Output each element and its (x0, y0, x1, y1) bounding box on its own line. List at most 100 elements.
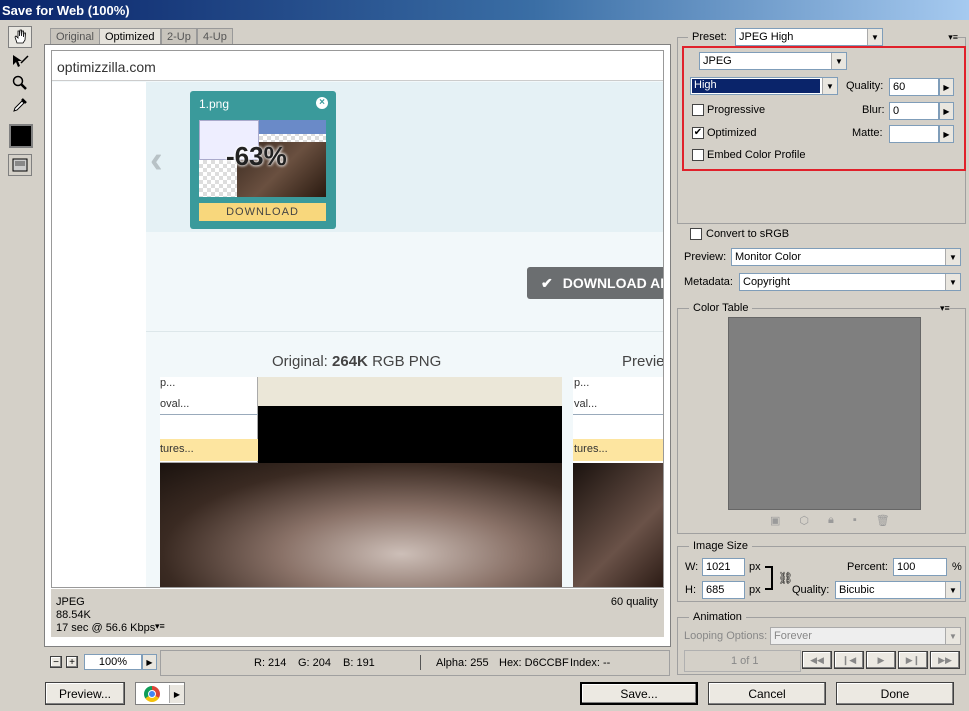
readout-g: G: 204 (298, 657, 332, 669)
resample-quality-label: Quality: (792, 584, 830, 596)
thumb-filename: 1.png (199, 97, 230, 111)
blur-label: Blur: (862, 104, 885, 116)
eyedropper-tool-icon[interactable] (8, 94, 32, 116)
tab-4up[interactable]: 4-Up (197, 28, 233, 45)
matte-label: Matte: (852, 127, 883, 139)
height-label: H: (685, 584, 696, 596)
settings-group-header: Preset: JPEG High ▼ ▾≡ (688, 28, 958, 48)
toggle-slices-visibility-icon[interactable] (8, 154, 32, 176)
browser-menu-arrow-icon[interactable]: ▶ (169, 685, 184, 703)
matte-menu-arrow-icon[interactable]: ▶ (939, 125, 954, 143)
tab-original[interactable]: Original (50, 28, 100, 45)
next-frame-icon[interactable]: ▶❙ (898, 651, 928, 669)
site-name: optimizzilla.com (57, 59, 156, 75)
previous-frame-icon[interactable]: ❙◀ (834, 651, 864, 669)
progressive-label: Progressive (707, 104, 766, 116)
hand-tool-icon[interactable] (8, 26, 32, 48)
resample-quality-select[interactable]: Bicubic ▼ (835, 581, 961, 599)
preview-in-browser-button[interactable]: Preview... (45, 682, 125, 705)
color-table-toolbar: ▣ ⬡ 🔒︎ ▪ 🗑︎ (770, 514, 915, 528)
color-table-menu-icon[interactable]: ▾≡ (940, 303, 950, 314)
preset-label: Preset: (692, 31, 727, 43)
new-color-icon[interactable]: ▪ (853, 514, 857, 528)
status-bar: − + 100% ▶ R: 214 G: 204 B: 191 Alpha: 2… (44, 650, 671, 676)
metadata-select[interactable]: Copyright ▼ (739, 273, 961, 291)
convert-srgb-label: Convert to sRGB (706, 228, 790, 240)
download-button[interactable]: DOWNLOAD (199, 203, 326, 221)
chevron-down-icon: ▼ (945, 274, 960, 290)
percent-label: Percent: (847, 561, 888, 573)
frame-counter: 1 of 1 (731, 655, 759, 667)
original-comparison-image: p... oval... tures... (160, 377, 562, 587)
web-shift-icon[interactable]: ⬡ (799, 514, 809, 528)
delete-color-icon[interactable]: 🗑︎ (876, 514, 890, 528)
looping-select[interactable]: Forever ▼ (770, 627, 961, 645)
menu-item: oval... (160, 398, 190, 410)
convert-srgb-checkbox[interactable] (690, 228, 702, 240)
chevron-down-icon: ▼ (945, 582, 960, 598)
preview-mode-select[interactable]: Monitor Color ▼ (731, 248, 961, 266)
tab-2up[interactable]: 2-Up (161, 28, 197, 45)
thumbnail-card[interactable]: 1.png × -63% DOWNLOAD (190, 91, 336, 229)
constrain-link-icon[interactable]: ⛓︎ (778, 571, 793, 585)
menu-item: tures... (160, 439, 258, 461)
settings-menu-icon[interactable]: ▾≡ (948, 32, 958, 43)
embed-color-profile-checkbox[interactable] (692, 149, 704, 161)
first-frame-icon[interactable]: ◀◀ (802, 651, 832, 669)
slice-select-tool-icon[interactable] (8, 50, 32, 72)
info-download-time: 17 sec @ 56.6 Kbps (56, 622, 156, 634)
previous-arrow-icon[interactable]: ‹ (150, 139, 163, 182)
readout-hex: Hex: D6CCBF (499, 657, 569, 669)
lock-color-icon[interactable]: 🔒︎ (828, 514, 834, 528)
percent-field[interactable]: 100 (893, 558, 947, 576)
close-icon[interactable]: × (316, 97, 328, 109)
original-heading: Original: 264K RGB PNG (272, 353, 442, 370)
eyedropper-color-swatch[interactable] (9, 124, 33, 148)
zoom-out-button[interactable]: − (50, 656, 62, 668)
optimized-preview[interactable]: optimizzilla.com ‹ 1.png × -63% DOWNLOAD… (51, 50, 664, 588)
constrain-bracket (765, 566, 773, 590)
chevron-down-icon: ▼ (945, 628, 960, 644)
optimized-comparison-image: p... val... tures... (573, 377, 663, 587)
site-header: optimizzilla.com (52, 51, 663, 81)
blur-slider-arrow-icon[interactable]: ▶ (939, 102, 954, 120)
last-frame-icon[interactable]: ▶▶ (930, 651, 960, 669)
width-field[interactable]: 1021 (702, 558, 745, 576)
readout-alpha: Alpha: 255 (436, 657, 489, 669)
preset-select[interactable]: JPEG High ▼ (735, 28, 883, 46)
zoom-tool-icon[interactable] (8, 72, 32, 94)
done-button[interactable]: Done (836, 682, 954, 705)
map-color-icon[interactable]: ▣ (770, 514, 780, 528)
play-icon[interactable]: ▶ (866, 651, 896, 669)
browser-select[interactable]: ▶ (135, 682, 185, 705)
tool-panel (8, 26, 36, 186)
cancel-button[interactable]: Cancel (708, 682, 826, 705)
readout-r: R: 214 (254, 657, 287, 669)
quality-field[interactable]: 60 (889, 78, 939, 96)
download-rate-menu-icon[interactable]: ▾≡ (155, 621, 165, 632)
percent-unit: % (952, 561, 962, 573)
matte-color-field[interactable] (889, 125, 939, 143)
download-all-button[interactable]: ✔ DOWNLOAD AL (527, 267, 663, 299)
section-divider (146, 331, 663, 332)
zoom-menu-arrow-icon[interactable]: ▶ (142, 654, 157, 670)
menu-item: p... (160, 377, 176, 389)
browser-icon (144, 686, 160, 702)
metadata-label: Metadata: (684, 276, 733, 288)
compression-quality-select[interactable]: High ▼ (690, 77, 838, 95)
progressive-checkbox[interactable]: ✔ (692, 104, 704, 116)
optimized-checkbox[interactable]: ✔ (692, 127, 704, 139)
zoom-in-button[interactable]: + (66, 656, 78, 668)
status-separator (420, 655, 421, 670)
menu-item: val... (574, 398, 598, 410)
blur-field[interactable]: 0 (889, 102, 939, 120)
optimized-check-mark: ✔ (693, 127, 703, 138)
format-select[interactable]: JPEG ▼ (699, 52, 847, 70)
zoom-level-field[interactable]: 100% (84, 654, 142, 670)
save-button[interactable]: Save... (580, 682, 698, 705)
chevron-down-icon: ▼ (822, 78, 837, 94)
optimized-label: Optimized (707, 127, 757, 139)
height-field[interactable]: 685 (702, 581, 745, 599)
quality-slider-arrow-icon[interactable]: ▶ (939, 78, 954, 96)
readout-b: B: 191 (343, 657, 375, 669)
